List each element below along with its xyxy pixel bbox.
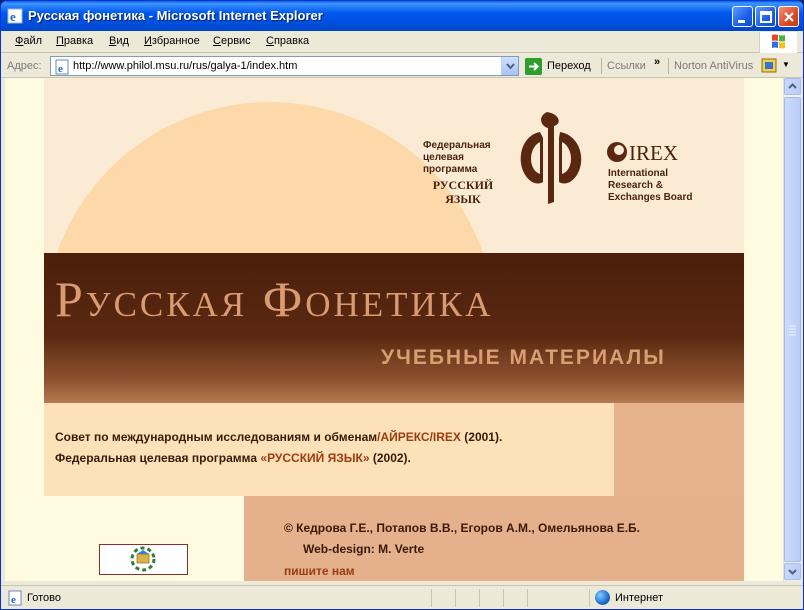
toolbar-separator bbox=[668, 58, 669, 74]
irex-full-name: International Research & Exchanges Board bbox=[608, 168, 693, 203]
vertical-scrollbar[interactable] bbox=[783, 78, 801, 581]
menu-favorites[interactable]: Избранное bbox=[144, 35, 200, 47]
address-input[interactable]: e http://www.philol.msu.ru/rus/galya-1/i… bbox=[50, 56, 519, 76]
irex-logo: IREX bbox=[607, 141, 678, 164]
maximize-button[interactable] bbox=[755, 6, 776, 27]
fcp-russian-language-label: РУССКИЙ ЯЗЫК bbox=[432, 178, 494, 206]
go-arrow-icon bbox=[525, 58, 542, 75]
counter-badge[interactable] bbox=[99, 544, 188, 575]
security-zone-label: Интернет bbox=[615, 592, 663, 604]
page-done-icon: e bbox=[8, 590, 22, 606]
links-button[interactable]: Ссылки bbox=[607, 60, 646, 72]
sponsors-box bbox=[44, 403, 614, 496]
close-button[interactable] bbox=[778, 6, 799, 27]
menu-view[interactable]: Вид bbox=[109, 35, 129, 47]
minimize-button[interactable] bbox=[732, 6, 753, 27]
chevron-down-icon bbox=[506, 63, 515, 70]
menu-file[interactable]: Файл bbox=[15, 35, 42, 47]
wreath-badge-icon bbox=[130, 546, 156, 572]
status-text: Готово bbox=[27, 592, 61, 604]
scroll-up-button[interactable] bbox=[784, 78, 801, 95]
scroll-down-button[interactable] bbox=[784, 563, 801, 580]
menu-tools[interactable]: Сервис bbox=[213, 35, 251, 47]
address-label: Адрес: bbox=[7, 60, 42, 72]
status-divider bbox=[527, 589, 528, 607]
status-bar: e Готово Интернет bbox=[1, 585, 803, 609]
status-divider bbox=[455, 589, 456, 607]
norton-icon[interactable] bbox=[761, 58, 777, 73]
status-divider bbox=[503, 589, 504, 607]
credits-authors: © Кедрова Г.Е., Потапов В.В., Егоров А.М… bbox=[284, 521, 641, 535]
menu-help[interactable]: Справка bbox=[266, 35, 309, 47]
page-subtitle: УЧЕБНЫЕ МАТЕРИАЛЫ bbox=[381, 346, 666, 369]
svg-text:IREX: IREX bbox=[629, 141, 678, 164]
sponsor-irex-line: Совет по международным исследованиям и о… bbox=[55, 430, 503, 444]
fcp-link[interactable]: «РУССКИЙ ЯЗЫК» bbox=[260, 451, 369, 465]
irex-link[interactable]: /АЙРЕКС/IREX bbox=[377, 430, 461, 444]
contact-us-link[interactable]: пишите нам bbox=[284, 564, 355, 578]
address-url: http://www.philol.msu.ru/rus/galya-1/ind… bbox=[73, 60, 298, 72]
sponsors-side-panel bbox=[614, 403, 744, 496]
minimize-icon bbox=[738, 20, 745, 23]
internet-zone-icon bbox=[595, 590, 610, 605]
maximize-icon bbox=[760, 11, 772, 23]
svg-text:e: e bbox=[58, 63, 63, 75]
sponsor-fcp-line: Федеральная целевая программа «РУССКИЙ Я… bbox=[55, 451, 411, 465]
go-label: Переход bbox=[547, 60, 591, 72]
grip-icon bbox=[789, 325, 796, 336]
window-title: Русская фонетика - Microsoft Internet Ex… bbox=[28, 8, 323, 23]
scroll-thumb[interactable] bbox=[784, 97, 801, 562]
address-bar: Адрес: e http://www.philol.msu.ru/rus/ga… bbox=[1, 54, 803, 78]
status-divider bbox=[589, 589, 590, 607]
links-chevron-icon[interactable]: » bbox=[654, 56, 660, 68]
credits-web-design: Web-design: M. Verte bbox=[303, 542, 425, 556]
menu-edit[interactable]: Правка bbox=[56, 35, 93, 47]
windows-flag-icon bbox=[772, 34, 785, 49]
page-viewport: Федеральная целевая программа РУССКИЙ ЯЗ… bbox=[5, 78, 783, 581]
address-dropdown-button[interactable] bbox=[501, 57, 518, 75]
chevron-down-icon bbox=[788, 569, 797, 575]
fcp-emblem-logo bbox=[520, 112, 582, 204]
title-bar[interactable]: e Русская фонетика - Microsoft Internet … bbox=[1, 1, 803, 31]
page-icon: e bbox=[55, 59, 69, 75]
ie-icon: e bbox=[7, 8, 23, 24]
status-divider bbox=[479, 589, 480, 607]
chevron-up-icon bbox=[788, 83, 797, 89]
menu-bar: Файл Правка Вид Избранное Сервис Справка bbox=[1, 31, 803, 53]
status-divider bbox=[431, 589, 432, 607]
windows-logo bbox=[759, 32, 797, 53]
page-title: Русская Фонетика bbox=[55, 271, 494, 327]
fcp-program-label: Федеральная целевая программа bbox=[423, 140, 491, 175]
svg-text:e: e bbox=[10, 9, 16, 24]
close-icon bbox=[784, 12, 794, 22]
norton-dropdown-icon[interactable]: ▼ bbox=[782, 60, 790, 69]
svg-text:e: e bbox=[11, 594, 16, 606]
norton-antivirus-button[interactable]: Norton AntiVirus bbox=[674, 60, 753, 72]
go-button[interactable]: Переход bbox=[525, 57, 597, 75]
ie-window: e Русская фонетика - Microsoft Internet … bbox=[0, 0, 804, 610]
toolbar-separator bbox=[601, 58, 602, 74]
